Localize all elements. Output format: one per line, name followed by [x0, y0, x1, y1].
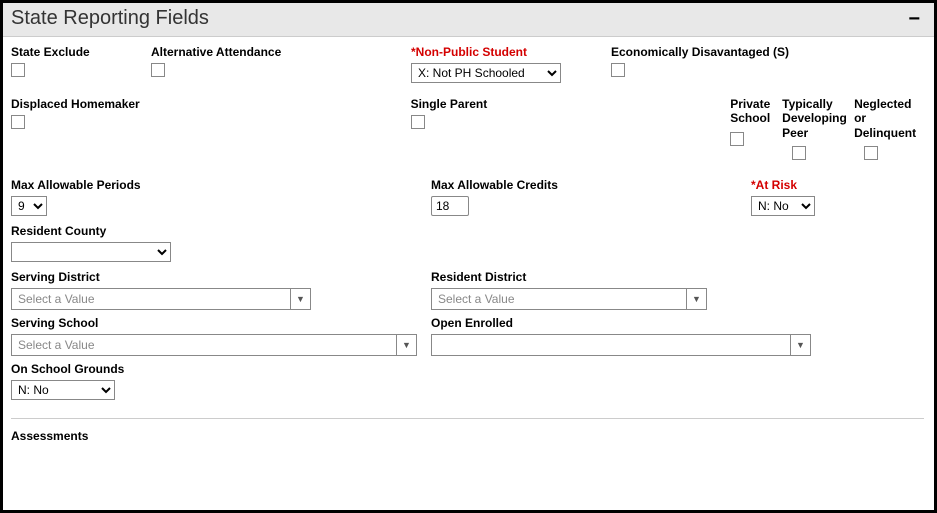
state-exclude-checkbox[interactable] [11, 63, 25, 77]
displaced-homemaker-label: Displaced Homemaker [11, 97, 411, 111]
panel-body: State Exclude Alternative Attendance *No… [3, 37, 934, 443]
resident-county-select[interactable] [11, 242, 171, 262]
alt-attendance-label: Alternative Attendance [151, 45, 411, 59]
neglected-delinquent-label: Neglected or Delinquent [854, 97, 924, 140]
max-credits-input[interactable] [431, 196, 469, 216]
resident-county-label: Resident County [11, 224, 171, 238]
on-school-grounds-select[interactable]: N: No [11, 380, 115, 400]
single-parent-checkbox[interactable] [411, 115, 425, 129]
serving-district-combo[interactable]: Select a Value ▼ [11, 288, 311, 310]
max-periods-label: Max Allowable Periods [11, 178, 431, 192]
neglected-delinquent-checkbox[interactable] [864, 146, 878, 160]
resident-district-combo[interactable]: Select a Value ▼ [431, 288, 707, 310]
chevron-down-icon: ▼ [790, 335, 810, 355]
row-2: Displaced Homemaker Single Parent Privat… [11, 97, 924, 160]
row-1: State Exclude Alternative Attendance *No… [11, 45, 924, 83]
econ-disadvantaged-label: Economically Disavantaged (S) [611, 45, 871, 59]
serving-school-combo[interactable]: Select a Value ▼ [11, 334, 417, 356]
resident-district-label: Resident District [431, 270, 831, 284]
panel-title: State Reporting Fields [11, 7, 209, 30]
non-public-student-label: *Non-Public Student [411, 45, 611, 59]
on-school-grounds-label: On School Grounds [11, 362, 211, 376]
serving-district-placeholder: Select a Value [12, 292, 290, 306]
typically-developing-peer-label: Typically Developing Peer [782, 97, 854, 140]
state-exclude-label: State Exclude [11, 45, 151, 59]
max-periods-select[interactable]: 9 [11, 196, 47, 216]
row-6: Serving School Select a Value ▼ Open Enr… [11, 316, 924, 356]
chevron-down-icon: ▼ [686, 289, 706, 309]
private-school-label: Private School [730, 97, 782, 126]
section-divider [11, 418, 924, 419]
serving-school-placeholder: Select a Value [12, 338, 396, 352]
chevron-down-icon: ▼ [396, 335, 416, 355]
assessments-section-title: Assessments [11, 429, 924, 443]
open-enrolled-label: Open Enrolled [431, 316, 831, 330]
panel-header: State Reporting Fields − [3, 3, 934, 37]
serving-district-label: Serving District [11, 270, 431, 284]
single-parent-label: Single Parent [411, 97, 731, 111]
row-3: Max Allowable Periods 9 Max Allowable Cr… [11, 178, 924, 216]
non-public-student-select[interactable]: X: Not PH Schooled [411, 63, 561, 83]
serving-school-label: Serving School [11, 316, 431, 330]
row-7: On School Grounds N: No [11, 362, 924, 400]
max-credits-label: Max Allowable Credits [431, 178, 751, 192]
private-school-checkbox[interactable] [730, 132, 744, 146]
displaced-homemaker-checkbox[interactable] [11, 115, 25, 129]
typically-developing-peer-checkbox[interactable] [792, 146, 806, 160]
resident-district-placeholder: Select a Value [432, 292, 686, 306]
alt-attendance-checkbox[interactable] [151, 63, 165, 77]
open-enrolled-combo[interactable]: ▼ [431, 334, 811, 356]
row-5: Serving District Select a Value ▼ Reside… [11, 270, 924, 310]
chevron-down-icon: ▼ [290, 289, 310, 309]
econ-disadvantaged-checkbox[interactable] [611, 63, 625, 77]
row-4: Resident County [11, 224, 924, 262]
collapse-icon[interactable]: − [904, 9, 924, 29]
at-risk-label: *At Risk [751, 178, 851, 192]
at-risk-select[interactable]: N: No [751, 196, 815, 216]
